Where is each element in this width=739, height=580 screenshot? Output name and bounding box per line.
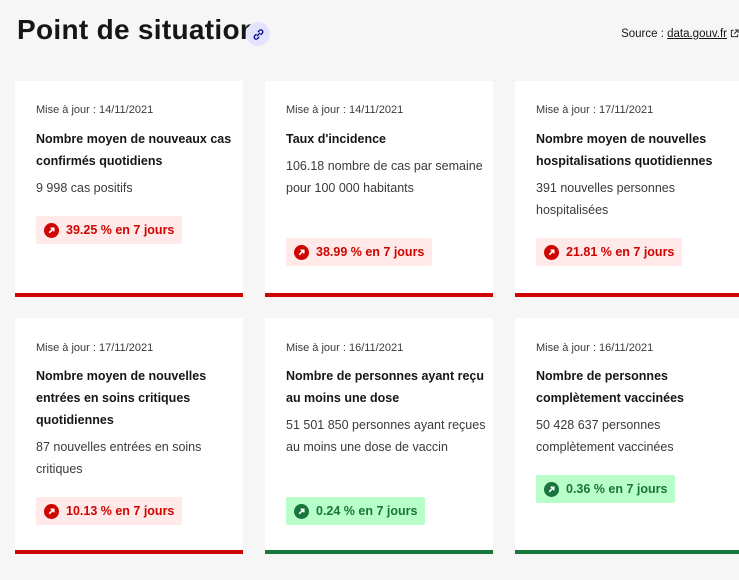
update-date: Mise à jour : 17/11/2021 (536, 104, 654, 116)
trend-text: 39.25 % en 7 jours (66, 223, 175, 237)
update-date: Mise à jour : 16/11/2021 (536, 342, 654, 354)
link-icon (253, 28, 263, 40)
indicator-card-critical-care: Mise à jour : 17/11/2021 Nombre moyen de… (15, 318, 243, 554)
card-value: 50 428 637 personnes complètement vaccin… (536, 418, 674, 454)
card-value: 106.18 nombre de cas par semaine pour 10… (286, 159, 483, 195)
arrow-up-right-icon (294, 244, 309, 260)
arrow-up-right-icon (294, 503, 309, 519)
update-date: Mise à jour : 14/11/2021 (286, 104, 404, 116)
source-text: Source : data.gouv.fr (621, 28, 739, 40)
indicator-card-new-cases: Mise à jour : 14/11/2021 Nombre moyen de… (15, 81, 243, 297)
trend-text: 0.36 % en 7 jours (566, 482, 668, 496)
card-title: Nombre moyen de nouveaux cas confirmés q… (36, 132, 232, 168)
trend-text: 21.81 % en 7 jours (566, 245, 675, 259)
trend-badge: 0.24 % en 7 jours (286, 497, 426, 525)
card-value: 391 nouvelles personnes hospitalisées (536, 181, 675, 217)
update-date: Mise à jour : 14/11/2021 (36, 104, 154, 116)
indicator-card-first-dose: Mise à jour : 16/11/2021 Nombre de perso… (265, 318, 493, 554)
card-accent-bar (15, 293, 243, 297)
arrow-up-right-icon (44, 503, 59, 519)
indicator-card-hospitalisations: Mise à jour : 17/11/2021 Nombre moyen de… (515, 81, 739, 297)
source-label: Source : (621, 28, 668, 40)
page-title: Point de situation (17, 14, 258, 45)
trend-text: 38.99 % en 7 jours (316, 245, 425, 259)
source-link[interactable]: data.gouv.fr (667, 28, 727, 40)
card-title: Nombre de personnes ayant reçu au moins … (286, 369, 484, 405)
card-accent-bar (265, 293, 493, 297)
trend-text: 10.13 % en 7 jours (66, 504, 175, 518)
arrow-up-right-icon (44, 222, 59, 238)
trend-badge: 0.36 % en 7 jours (536, 475, 676, 503)
trend-text: 0.24 % en 7 jours (316, 504, 418, 518)
copy-link-button[interactable] (246, 22, 270, 46)
card-accent-bar (265, 550, 493, 554)
card-accent-bar (15, 550, 243, 554)
trend-badge: 10.13 % en 7 jours (36, 497, 183, 525)
card-title: Nombre moyen de nouvelles entrées en soi… (36, 369, 207, 427)
arrow-up-right-icon (544, 244, 559, 260)
trend-badge: 21.81 % en 7 jours (536, 238, 683, 266)
trend-badge: 39.25 % en 7 jours (36, 216, 183, 244)
card-title: Nombre moyen de nouvelles hospitalisatio… (536, 132, 713, 168)
external-link-icon (730, 29, 739, 38)
arrow-up-right-icon (544, 481, 559, 497)
card-accent-bar (515, 293, 739, 297)
trend-badge: 38.99 % en 7 jours (286, 238, 433, 266)
indicator-card-fully-vaccinated: Mise à jour : 16/11/2021 Nombre de perso… (515, 318, 739, 554)
card-value: 9 998 cas positifs (36, 181, 133, 195)
indicator-card-incidence: Mise à jour : 14/11/2021 Taux d'incidenc… (265, 81, 493, 297)
card-title: Taux d'incidence (286, 132, 386, 146)
update-date: Mise à jour : 17/11/2021 (36, 342, 154, 354)
card-value: 87 nouvelles entrées en soins critiques (36, 440, 202, 476)
update-date: Mise à jour : 16/11/2021 (286, 342, 404, 354)
card-value: 51 501 850 personnes ayant reçues au moi… (286, 418, 486, 454)
card-accent-bar (515, 550, 739, 554)
page-header: Point de situation Source : data.gouv.fr (17, 12, 739, 52)
card-title: Nombre de personnes complètement vacciné… (536, 369, 684, 405)
